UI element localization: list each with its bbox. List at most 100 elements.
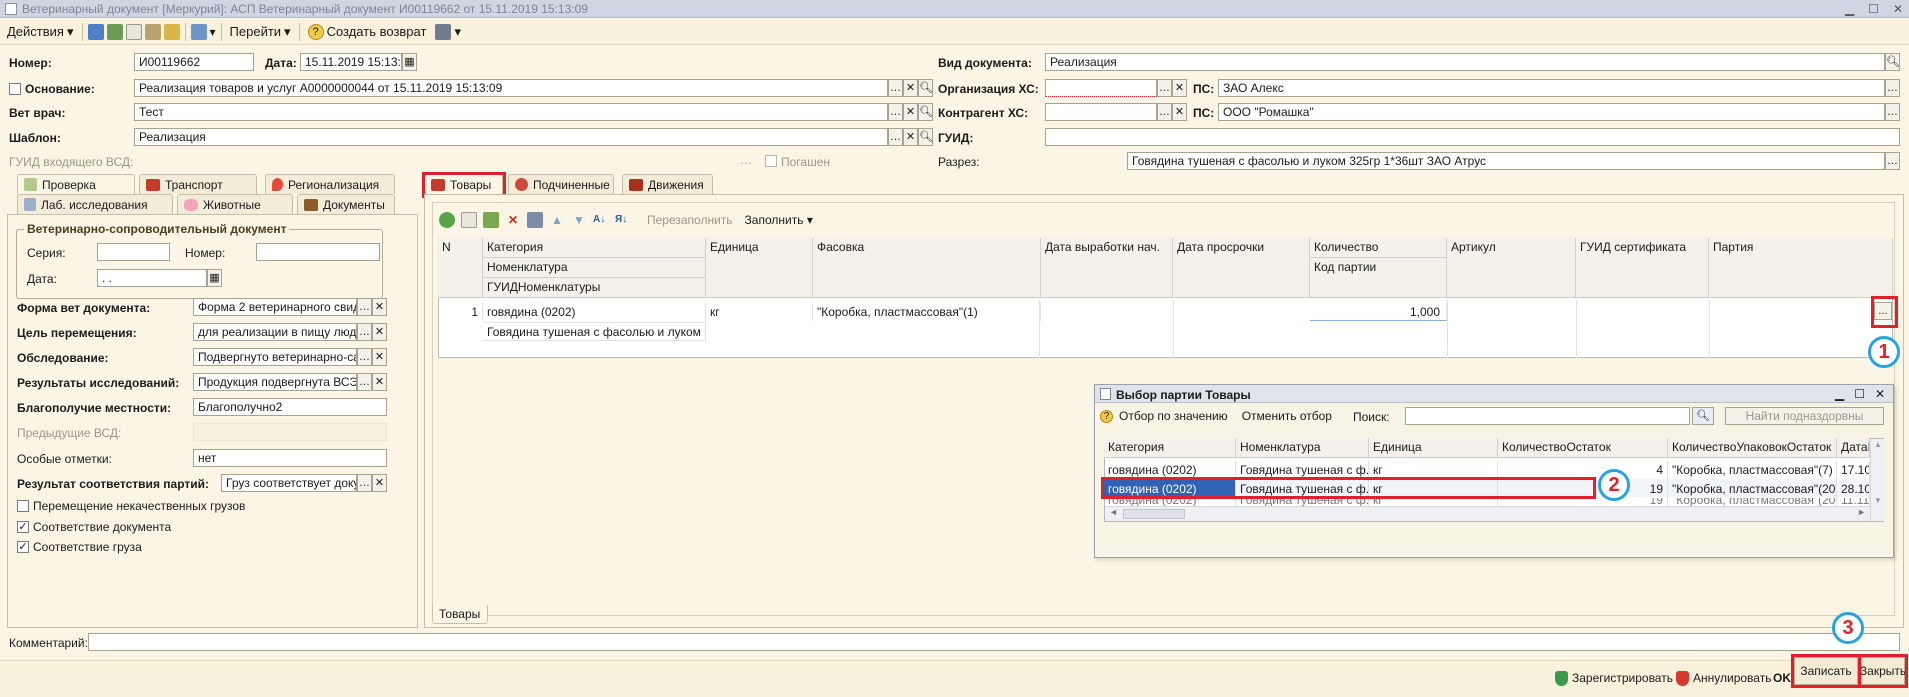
clear-icon[interactable]: ✕ (1172, 79, 1187, 97)
clear-icon[interactable]: ✕ (372, 298, 387, 316)
tab-lab-research[interactable]: Лаб. исследования (17, 194, 173, 214)
minimize-icon[interactable]: ▁ (1835, 385, 1844, 403)
bottom-tab-goods[interactable]: Товары (432, 605, 488, 624)
clear-icon[interactable]: ✕ (372, 323, 387, 341)
search-icon[interactable]: 🔍︎ (1692, 407, 1714, 425)
select-icon[interactable]: … (888, 79, 903, 97)
select-icon[interactable]: … (1157, 79, 1172, 97)
ok-button[interactable]: OK (1773, 671, 1791, 685)
select-icon[interactable]: … (1885, 79, 1900, 97)
select-icon[interactable]: … (1157, 103, 1172, 121)
select-icon[interactable]: … (888, 128, 903, 146)
calendar-icon[interactable]: ▦ (207, 269, 222, 287)
open-icon[interactable]: 🔍︎ (918, 79, 933, 97)
razrez-field[interactable]: Говядина тушеная с фасолью и луком 325гр… (1127, 152, 1885, 170)
col-header-article[interactable]: Артикул (1447, 238, 1576, 298)
arrow-up-icon[interactable]: ▲ (549, 212, 565, 228)
select-icon[interactable]: … (1885, 152, 1900, 170)
template-field[interactable]: Реализация (134, 128, 888, 146)
col-header-lot-code[interactable]: Код партии (1310, 258, 1447, 298)
row-unit[interactable]: кг (706, 303, 813, 321)
vsd-date-field[interactable]: . . (97, 269, 207, 287)
row-quantity[interactable]: 1,000 (1310, 303, 1447, 321)
create-return-button[interactable]: ? Создать возврат (305, 21, 430, 43)
register-button[interactable]: Зарегистрировать (1555, 664, 1673, 692)
purpose-field[interactable]: для реализации в пищу людям (193, 323, 357, 341)
org-field[interactable] (1045, 79, 1157, 97)
select-icon[interactable]: … (357, 323, 372, 341)
sort-asc-icon[interactable]: A↓ (593, 212, 609, 228)
lot-col-header-unit[interactable]: Единица (1369, 438, 1498, 458)
lot-col-header-nomenclature[interactable]: Номенклатура (1236, 438, 1369, 458)
col-header-quantity[interactable]: Количество (1310, 238, 1447, 258)
clear-icon[interactable]: ✕ (372, 348, 387, 366)
end-edit-icon[interactable] (527, 212, 543, 228)
select-icon[interactable]: … (357, 298, 372, 316)
tab-check[interactable]: Проверка (17, 174, 135, 194)
open-icon[interactable]: 🔍︎ (1885, 53, 1900, 71)
select-icon[interactable]: … (1885, 103, 1900, 121)
select-icon[interactable]: … (357, 348, 372, 366)
refill-button[interactable]: Перезаполнить (647, 213, 733, 227)
lot-col-header-date[interactable]: ДатаВ (1837, 438, 1870, 458)
col-header-packing[interactable]: Фасовка (813, 238, 1041, 298)
lot-row-partial[interactable]: говядина (0202) Говядина тушеная с ф... … (1105, 498, 1870, 506)
scroll-left-icon[interactable]: ◄ (1109, 507, 1118, 517)
cargo-conformity-checkbox[interactable]: ✓ (17, 541, 29, 553)
exam-field[interactable]: Подвергнуто ветеринарно-санитарной экспе… (193, 348, 357, 366)
series-field[interactable] (97, 243, 170, 261)
actions-menu[interactable]: Действия ▾ (4, 21, 77, 43)
annul-button[interactable]: Аннулировать (1676, 664, 1771, 692)
basis-field[interactable]: Реализация товаров и услуг А0000000044 о… (134, 79, 888, 97)
close-icon[interactable]: ✕ (1875, 385, 1885, 403)
tab-movements[interactable]: Движения (622, 174, 713, 194)
clear-icon[interactable]: ✕ (372, 474, 387, 492)
open-icon[interactable]: 🔍︎ (918, 103, 933, 121)
delete-icon[interactable]: ✕ (505, 212, 521, 228)
tab-subordinate[interactable]: Подчиненные (508, 174, 614, 194)
col-header-nomenclature[interactable]: Номенклатура (483, 258, 706, 278)
clear-icon[interactable]: ✕ (903, 128, 918, 146)
row-packing[interactable]: "Коробка, пластмассовая"(1) (813, 303, 1041, 321)
clear-icon[interactable]: ✕ (903, 79, 918, 97)
tab-documents[interactable]: Документы (297, 194, 395, 214)
date-field[interactable]: 15.11.2019 15:13:0 (300, 53, 402, 71)
open-icon[interactable]: 🔍︎ (918, 128, 933, 146)
print-menu[interactable]: ▾ (432, 21, 464, 43)
scroll-up-icon[interactable]: ▲ (1874, 440, 1882, 449)
number-field[interactable]: И00119662 (134, 53, 254, 71)
cancel-filter-button[interactable]: Отменить отбор (1242, 409, 1332, 423)
minimize-icon[interactable]: ▁ (1845, 0, 1854, 18)
lot-col-header-category[interactable]: Категория (1104, 438, 1236, 458)
edit-icon[interactable] (144, 23, 161, 40)
scroll-right-icon[interactable]: ► (1857, 507, 1866, 517)
edit-row-icon[interactable] (483, 212, 499, 228)
chevron-down-icon[interactable]: ▾ (210, 25, 216, 39)
tab-transport[interactable]: Транспорт (139, 174, 257, 194)
search-input[interactable] (1405, 407, 1690, 425)
basis-checkbox[interactable] (9, 83, 21, 95)
col-header-guid-nomenclature[interactable]: ГУИДНоменклатуры (483, 278, 706, 298)
tab-regionalization[interactable]: Регионализация (265, 174, 395, 194)
sort-desc-icon[interactable]: Я↓ (615, 212, 631, 228)
related-docs-icon[interactable] (190, 23, 207, 40)
horizontal-scrollbar[interactable]: ◄ ► (1105, 506, 1870, 521)
org-ps-field[interactable]: ЗАО Алекс (1218, 79, 1885, 97)
col-header-unit[interactable]: Единица (706, 238, 813, 298)
conformity-field[interactable]: Груз соответствует документам (221, 474, 357, 492)
results-field[interactable]: Продукция подвергнута ВСЭ в полном объем… (193, 373, 357, 391)
contractor-ps-field[interactable]: ООО "Ромашка" (1218, 103, 1885, 121)
filter-by-value-button[interactable]: Отбор по значению (1119, 409, 1228, 423)
folder-icon[interactable] (163, 23, 180, 40)
calendar-icon[interactable]: ▦ (402, 53, 417, 71)
contractor-field[interactable] (1045, 103, 1157, 121)
fill-menu[interactable]: Заполнить ▾ (745, 213, 813, 227)
tab-animals[interactable]: Животные (177, 194, 293, 214)
vet-field[interactable]: Тест (134, 103, 888, 121)
scrollbar-thumb[interactable] (1123, 509, 1185, 519)
copy-row-icon[interactable] (461, 212, 477, 228)
clear-icon[interactable]: ✕ (903, 103, 918, 121)
add-icon[interactable] (439, 212, 455, 228)
doc-type-field[interactable]: Реализация (1045, 53, 1885, 71)
col-header-expiry-date[interactable]: Дата просрочки (1173, 238, 1310, 298)
